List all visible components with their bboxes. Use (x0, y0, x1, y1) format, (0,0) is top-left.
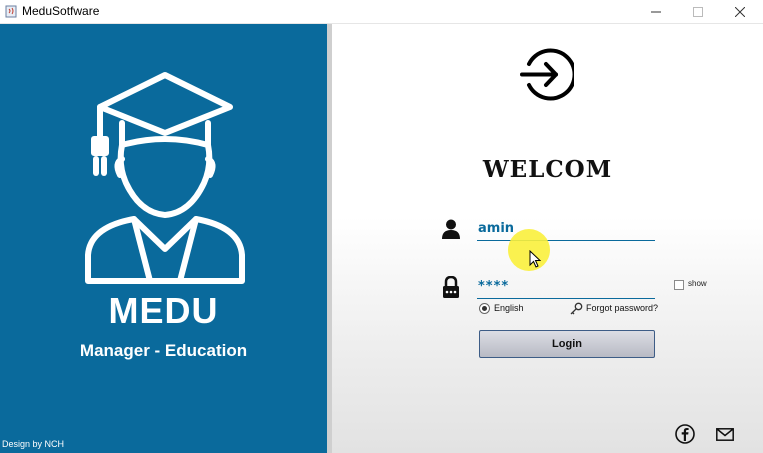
show-password-label: show (688, 279, 707, 288)
branding-panel: MEDU Manager - Education Design by NCH (0, 24, 327, 453)
close-button[interactable] (718, 0, 762, 24)
design-credit: Design by NCH (2, 439, 65, 449)
maximize-button[interactable] (676, 0, 720, 24)
graduate-icon (85, 72, 245, 284)
minimize-icon (651, 11, 661, 13)
maximize-icon (693, 7, 703, 17)
title-bar: MeduSotfware (0, 0, 763, 24)
brand-tagline: Manager - Education (79, 341, 248, 360)
show-password-checkbox[interactable] (674, 280, 684, 290)
minimize-button[interactable] (634, 0, 678, 24)
password-field[interactable] (477, 275, 655, 299)
close-icon (735, 7, 745, 17)
login-panel: WELCOM show English Forgot password? Log… (332, 24, 763, 453)
brand-name: MEDU (108, 290, 219, 331)
username-field[interactable] (477, 217, 655, 241)
welcome-heading: WELCOM (482, 156, 613, 183)
window-title: MeduSotfware (22, 4, 100, 18)
user-icon (442, 219, 460, 239)
mouse-cursor-icon (529, 250, 541, 268)
facebook-icon[interactable] (675, 424, 695, 444)
key-icon (570, 302, 583, 315)
app-window: MeduSotfware MEDU Manager - Education De… (0, 0, 763, 453)
login-button[interactable]: Login (479, 330, 655, 358)
mail-icon[interactable] (716, 428, 734, 441)
language-label: English (494, 303, 524, 313)
java-app-icon (5, 5, 17, 18)
lock-icon (443, 276, 459, 298)
forgot-password-link[interactable]: Forgot password? (586, 303, 658, 313)
language-radio-english[interactable] (479, 303, 490, 314)
login-arrow-icon (520, 48, 574, 101)
